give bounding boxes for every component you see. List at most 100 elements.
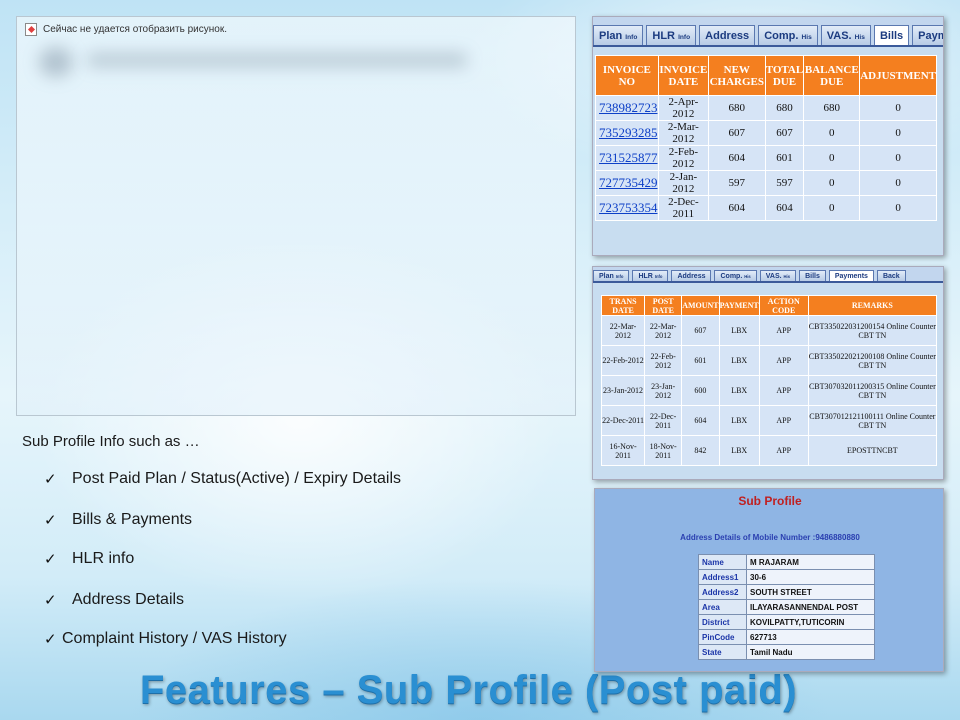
table-row: 727735429 2-Jan-2012 597 597 0 0 bbox=[595, 170, 937, 196]
table-cell: LBX bbox=[718, 345, 760, 376]
tab-label: Back bbox=[882, 273, 900, 280]
table-cell: CBT307032011200315 Online Counter CBT TN bbox=[807, 375, 938, 406]
table-cell: 0 bbox=[803, 145, 861, 171]
tab-comp[interactable]: Comp. His bbox=[758, 25, 818, 45]
feature-bullet: ✓ Bills & Payments bbox=[44, 511, 192, 529]
tab-vas[interactable]: VAS. His bbox=[759, 270, 797, 281]
table-cell: 731525877 bbox=[595, 145, 659, 171]
column-header: PAYMENT bbox=[718, 295, 760, 316]
tab-address[interactable]: Address bbox=[699, 25, 756, 45]
invoice-number-link[interactable]: 738982723 bbox=[599, 100, 658, 115]
tab-vas[interactable]: VAS. His bbox=[820, 25, 871, 45]
table-cell: LBX bbox=[718, 375, 760, 406]
table-cell: 680 bbox=[803, 95, 861, 121]
tab-label: Address bbox=[677, 273, 706, 280]
broken-image-placeholder: Сейчас не удается отобразить рисунок. bbox=[16, 16, 576, 416]
table-cell: 2-Dec-2011 bbox=[657, 195, 710, 221]
address-row-address2: Address2 SOUTH STREET bbox=[698, 584, 875, 600]
table-cell: 607 bbox=[681, 315, 720, 346]
mobile-number: 9486880880 bbox=[815, 533, 860, 542]
field-value: 627713 bbox=[746, 629, 875, 645]
checkmark-icon: ✓ bbox=[44, 551, 57, 568]
invoice-number-link[interactable]: 731525877 bbox=[599, 150, 658, 165]
invoice-number-link[interactable]: 735293285 bbox=[599, 125, 658, 140]
checkmark-icon: ✓ bbox=[44, 592, 57, 609]
table-cell: 2-Apr-2012 bbox=[657, 95, 710, 121]
field-label: Address2 bbox=[698, 584, 747, 600]
feature-bullet-text: Complaint History / VAS History bbox=[62, 630, 287, 647]
column-header: AMOUNT bbox=[681, 295, 720, 316]
feature-bullet-text: Post Paid Plan / Status(Active) / Expiry… bbox=[72, 470, 402, 487]
table-cell: LBX bbox=[718, 435, 760, 466]
table-cell: 2-Feb-2012 bbox=[657, 145, 710, 171]
tab-label: HLR bbox=[638, 273, 653, 280]
invoice-number-link[interactable]: 723753354 bbox=[599, 200, 658, 215]
address-row-name: Name M RAJARAM bbox=[698, 554, 875, 570]
tab-payments[interactable]: Payments bbox=[912, 25, 943, 45]
invoice-number-link[interactable]: 727735429 bbox=[599, 175, 658, 190]
payments-screenshot: Plan Info HLR Info Address Comp. His VAS. Hi… bbox=[592, 266, 944, 480]
table-header-row: INVOICE NO INVOICE DATE NEW CHARGES TOTAL D… bbox=[595, 55, 937, 96]
feature-bullet: ✓ Complaint History / VAS History bbox=[44, 630, 287, 648]
table-cell: CBT335022021200108 Online Counter CBT TN bbox=[807, 345, 938, 376]
tab-plan[interactable]: Plan Info bbox=[593, 25, 644, 45]
table-cell: 0 bbox=[803, 195, 861, 221]
tab-payments[interactable]: Payments bbox=[828, 270, 874, 281]
table-cell: LBX bbox=[718, 405, 760, 436]
tab-hlr[interactable]: HLR Info bbox=[646, 25, 697, 45]
tab-back[interactable]: Back bbox=[876, 270, 906, 281]
tab-label: VAS. bbox=[826, 30, 852, 42]
address-row-area: Area ILAYARASANNENDAL POST bbox=[698, 599, 875, 615]
tab-bills[interactable]: Bills bbox=[799, 270, 826, 281]
table-cell: 2-Mar-2012 bbox=[657, 120, 710, 146]
table-cell: 601 bbox=[764, 145, 805, 171]
table-cell: CBT307012121100111 Online Counter CBT TN bbox=[807, 405, 938, 436]
field-label: District bbox=[698, 614, 747, 630]
tab-address[interactable]: Address bbox=[671, 270, 712, 281]
slide-title: Features – Sub Profile (Post paid) bbox=[140, 668, 798, 712]
table-cell: 842 bbox=[681, 435, 720, 466]
tab-comp[interactable]: Comp. His bbox=[714, 270, 757, 281]
table-cell: 23-Jan-2012 bbox=[644, 375, 683, 406]
column-header: TOTAL DUE bbox=[764, 55, 805, 96]
field-value: KOVILPATTY,TUTICORIN bbox=[746, 614, 875, 630]
sub-profile-subtitle: Address Details of Mobile Number :948688… bbox=[595, 533, 943, 542]
feature-bullet: ✓ Address Details bbox=[44, 591, 184, 609]
table-cell: 0 bbox=[859, 170, 937, 196]
broken-image-icon bbox=[25, 23, 37, 36]
tab-plan[interactable]: Plan Info bbox=[593, 270, 630, 281]
address-row-address1: Address1 30-6 bbox=[698, 569, 875, 585]
feature-bullet-text: HLR info bbox=[72, 550, 135, 567]
table-cell: 23-Jan-2012 bbox=[600, 375, 646, 406]
column-header: INVOICE NO bbox=[595, 55, 659, 96]
field-label: Name bbox=[698, 554, 747, 570]
table-cell: 735293285 bbox=[595, 120, 659, 146]
tab-label-suffix: His bbox=[783, 274, 791, 279]
table-cell: 680 bbox=[764, 95, 805, 121]
checkmark-icon: ✓ bbox=[44, 471, 57, 488]
table-cell: 604 bbox=[708, 145, 766, 171]
checkmark-icon: ✓ bbox=[44, 512, 57, 529]
tab-label: Comp. bbox=[764, 30, 799, 42]
checkmark-icon: ✓ bbox=[44, 631, 57, 648]
table-cell: 680 bbox=[708, 95, 766, 121]
table-cell: 723753354 bbox=[595, 195, 659, 221]
blurred-caption bbox=[87, 53, 467, 67]
tab-label: Payments bbox=[918, 30, 943, 42]
table-cell: EPOSTTNCBT bbox=[807, 435, 938, 466]
tab-bills[interactable]: Bills bbox=[873, 25, 910, 45]
field-value: Tamil Nadu bbox=[746, 644, 875, 660]
table-row: 16-Nov-2011 18-Nov-2011 842 LBX APP EPOSTTNCB… bbox=[600, 435, 938, 466]
address-row-pincode: PinCode 627713 bbox=[698, 629, 875, 645]
column-header: TRANS DATE bbox=[600, 295, 646, 316]
tab-hlr[interactable]: HLR Info bbox=[632, 270, 669, 281]
field-value: ILAYARASANNENDAL POST bbox=[746, 599, 875, 615]
column-header: ADJUSTMENT bbox=[859, 55, 937, 96]
tab-label-suffix: Info bbox=[654, 274, 663, 279]
table-header-row: TRANS DATE POST DATE AMOUNT PAYMENT ACTION C… bbox=[600, 295, 938, 316]
bills-screenshot: Plan Info HLR Info Address Comp. His VAS. Hi… bbox=[592, 16, 944, 256]
tab-label: VAS. bbox=[765, 273, 782, 280]
column-header: BALANCE DUE bbox=[803, 55, 861, 96]
table-cell: 2-Jan-2012 bbox=[657, 170, 710, 196]
field-label: State bbox=[698, 644, 747, 660]
